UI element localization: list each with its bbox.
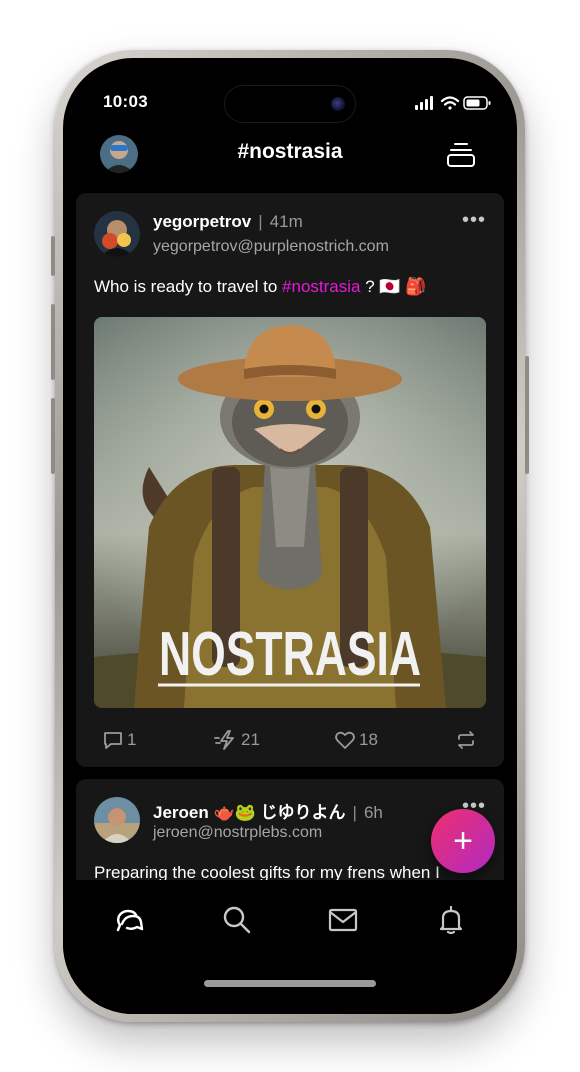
repost-button[interactable]: [455, 729, 477, 751]
post-author-name[interactable]: Jeroen 🫖🐸 じゆりよん: [153, 798, 346, 823]
zap-count: 21: [241, 730, 260, 749]
post-text-suffix: ? 🇯🇵 🎒: [360, 277, 427, 296]
home-chat-icon[interactable]: [113, 904, 145, 936]
like-button[interactable]: 18: [334, 729, 378, 751]
reply-count: 1: [127, 730, 137, 749]
feeds-stack-icon[interactable]: [445, 140, 477, 168]
comment-icon: [104, 732, 122, 749]
zap-button[interactable]: 21: [214, 729, 260, 751]
hashtag-link[interactable]: #nostrasia: [282, 277, 360, 296]
mail-icon[interactable]: [327, 904, 359, 936]
post-author-avatar[interactable]: [94, 797, 140, 843]
separator: |: [258, 212, 263, 231]
post-time: 6h: [363, 803, 383, 822]
dynamic-island: [225, 86, 355, 122]
post-image[interactable]: NOSTRASIA: [94, 317, 486, 708]
separator: |: [352, 803, 357, 822]
image-caption: NOSTRASIA: [159, 620, 421, 689]
post-author-nip05: yegorpetrov@purplenostrich.com: [153, 238, 389, 255]
volume-up-button: [51, 304, 55, 380]
like-count: 18: [359, 730, 378, 749]
post-author-avatar[interactable]: [94, 211, 140, 257]
bell-icon[interactable]: [435, 904, 467, 936]
power-button: [525, 356, 529, 474]
post-author-name[interactable]: yegorpetrov: [153, 212, 251, 232]
post-text: Who is ready to travel to: [94, 277, 283, 296]
app-screen: 10:03 #nostrasia yegorpetrov | 41m yegor…: [63, 58, 517, 1014]
home-indicator: [204, 980, 376, 987]
post-content: Who is ready to travel to #nostrasia ? 🇯…: [94, 277, 426, 297]
post-time: 41m: [269, 212, 303, 231]
compose-button[interactable]: +: [431, 809, 495, 873]
repost-icon: [458, 731, 474, 749]
reply-button[interactable]: 1: [102, 729, 136, 751]
zap-icon: [214, 730, 234, 750]
volume-down-button: [51, 398, 55, 474]
battery-icon: [463, 96, 491, 110]
post-card[interactable]: yegorpetrov | 41m yegorpetrov@purplenost…: [76, 193, 504, 767]
more-options-icon[interactable]: •••: [462, 209, 486, 232]
action-button: [51, 236, 55, 276]
cellular-signal-icon: [415, 96, 433, 110]
status-icons: [415, 95, 495, 111]
bottom-nav: [63, 880, 517, 1014]
search-icon[interactable]: [221, 904, 253, 936]
heart-icon: [335, 731, 355, 749]
wifi-icon: [440, 96, 460, 110]
post-author-nip05: jeroen@nostrplebs.com: [153, 824, 323, 841]
status-time: 10:03: [103, 92, 148, 111]
front-camera: [331, 97, 345, 111]
